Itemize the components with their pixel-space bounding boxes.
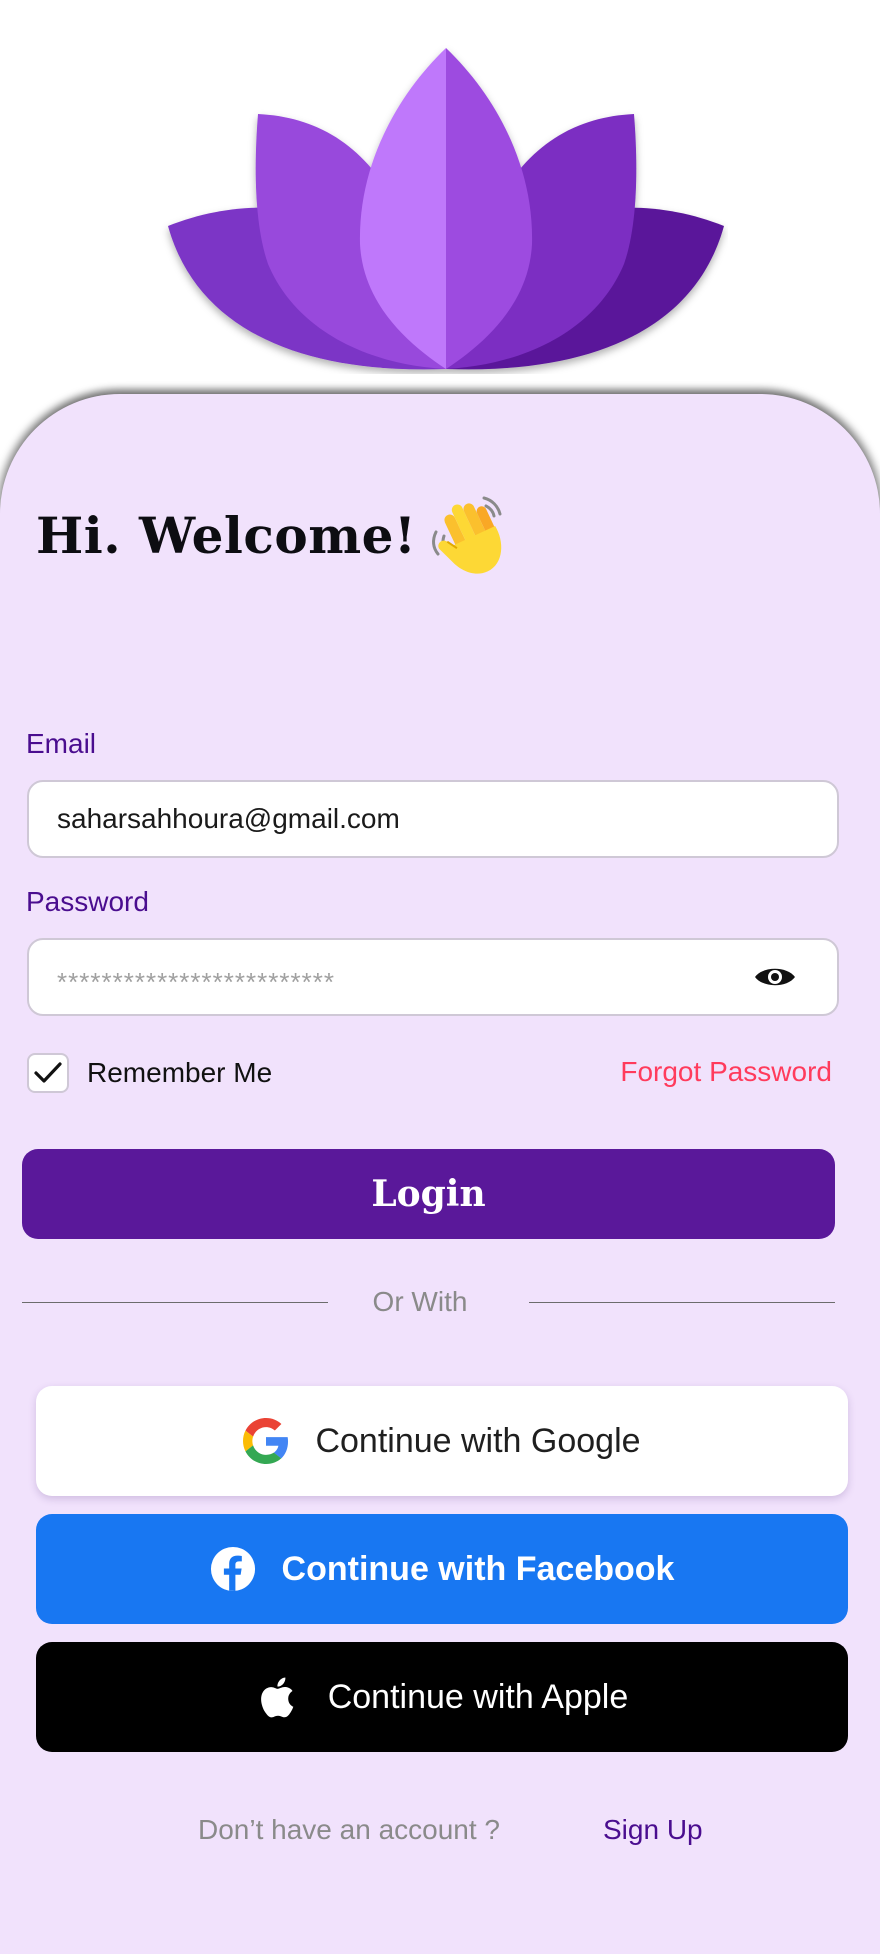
no-account-text: Don’t have an account ? <box>198 1814 500 1845</box>
google-icon <box>243 1418 289 1464</box>
email-input[interactable] <box>57 803 809 835</box>
remember-label: Remember Me <box>87 1057 273 1088</box>
email-label: Email <box>26 728 97 759</box>
email-field[interactable] <box>27 780 839 858</box>
remember-checkbox[interactable] <box>27 1053 69 1093</box>
forgot-password-link[interactable]: Forgot Password <box>620 1056 832 1088</box>
facebook-button-label: Continue with Facebook <box>281 1549 675 1588</box>
login-button[interactable]: Login <box>22 1149 835 1239</box>
remember-me[interactable]: Remember Me <box>27 1053 272 1093</box>
page-title: Hi. Welcome! <box>36 505 417 565</box>
apple-button-label: Continue with Apple <box>327 1677 629 1716</box>
google-button-label: Continue with Google <box>315 1421 641 1460</box>
eye-icon[interactable] <box>753 962 797 992</box>
password-label: Password <box>26 886 149 917</box>
facebook-icon <box>210 1546 255 1592</box>
password-field[interactable]: ************************* <box>27 938 839 1016</box>
lotus-icon <box>168 48 724 370</box>
password-input[interactable]: ************************* <box>57 957 753 998</box>
facebook-login-button[interactable]: Continue with Facebook <box>36 1514 848 1624</box>
google-login-button[interactable]: Continue with Google <box>36 1386 848 1496</box>
or-with-label: Or With <box>372 1286 468 1317</box>
apple-login-button[interactable]: Continue with Apple <box>36 1642 848 1752</box>
waving-hand-icon <box>432 496 502 574</box>
divider-right <box>529 1302 835 1303</box>
checkmark-icon <box>34 1062 62 1083</box>
sign-up-link[interactable]: Sign Up <box>603 1814 703 1846</box>
welcome-header: Hi. Welcome! <box>36 490 512 580</box>
apple-icon <box>260 1677 293 1718</box>
divider-left <box>22 1302 328 1303</box>
